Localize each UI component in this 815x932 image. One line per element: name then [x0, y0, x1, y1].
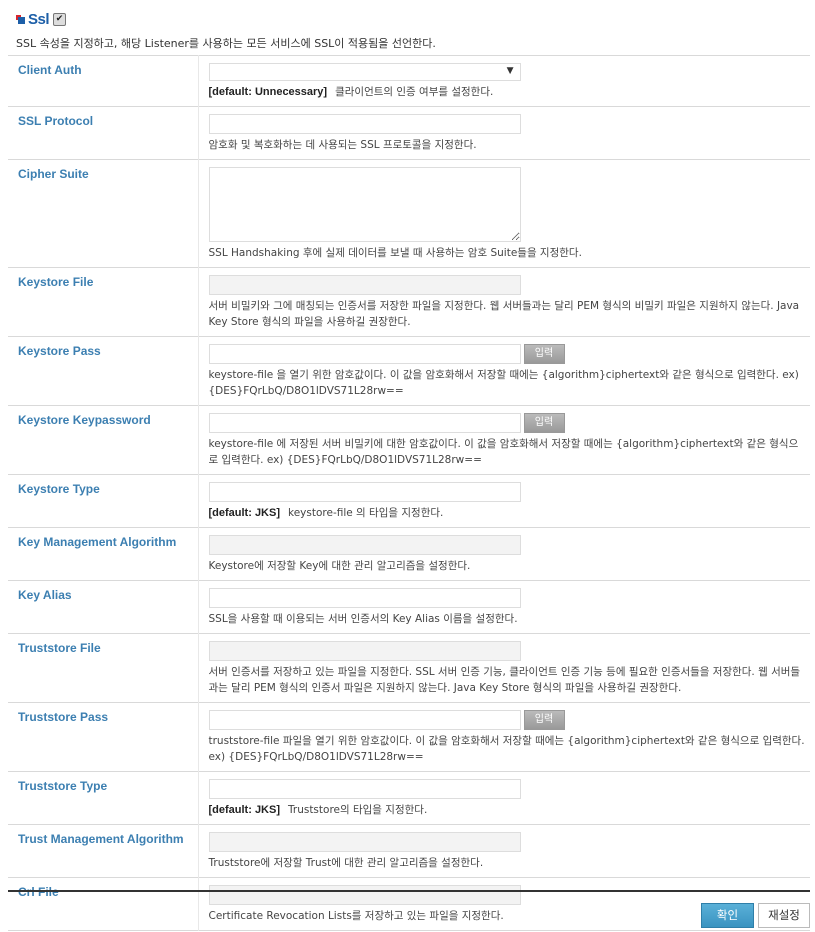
- section-header: Ssl ✔: [16, 11, 67, 28]
- field-label: Truststore File: [18, 641, 101, 655]
- field-label: SSL Protocol: [18, 114, 94, 128]
- keystore-pass-input[interactable]: [208, 344, 521, 364]
- description-text: keystore-file 을 열기 위한 암호값이다. 이 값을 암호화해서 …: [208, 369, 799, 397]
- description-text: SSL을 사용할 때 이용되는 서버 인증서의 Key Alias 이름을 설정…: [208, 613, 518, 625]
- keystore-pass-input-button[interactable]: 입력: [523, 344, 565, 364]
- field-description: keystore-file 을 열기 위한 암호값이다. 이 값을 암호화해서 …: [209, 367, 811, 399]
- description-text: 서버 인증서를 저장하고 있는 파일을 지정한다. SSL 서버 인증 기능, …: [208, 666, 801, 694]
- field-label: Key Alias: [18, 588, 72, 602]
- field-description: truststore-file 파일을 열기 위한 암호값이다. 이 값을 암호…: [209, 733, 811, 765]
- field-value-cell: 암호화 및 복호화하는 데 사용되는 SSL 프로토콜을 지정한다.: [197, 106, 811, 160]
- field-description: Keystore에 저장할 Key에 대한 관리 알고리즘을 설정한다.: [209, 558, 811, 574]
- section-bullet-icon: [16, 15, 25, 24]
- row-key-management-algorithm: Key Management Algorithm Keystore에 저장할 K…: [8, 527, 811, 581]
- truststore-pass-input[interactable]: [208, 710, 521, 730]
- field-description: 서버 비밀키와 그에 매칭되는 인증서를 저장한 파일을 지정한다. 웹 서버들…: [209, 298, 811, 330]
- trust-management-algorithm-input[interactable]: [208, 832, 521, 852]
- field-description: [default: JKS] Truststore의 타입을 지정한다.: [209, 802, 811, 818]
- field-description: keystore-file 에 저장된 서버 비밀키에 대한 암호값이다. 이 …: [209, 436, 811, 468]
- keystore-file-input[interactable]: [208, 275, 521, 295]
- ssl-settings-table: Client Auth ▼ [default: Unnecessary] 클라이언…: [8, 55, 810, 931]
- row-cipher-suite: Cipher Suite SSL Handshaking 후에 실제 데이터를 …: [8, 159, 811, 268]
- row-key-alias: Key Alias SSL을 사용할 때 이용되는 서버 인증서의 Key Al…: [8, 580, 811, 634]
- row-truststore-file: Truststore File 서버 인증서를 저장하고 있는 파일을 지정한다…: [8, 633, 811, 703]
- field-description: SSL을 사용할 때 이용되는 서버 인증서의 Key Alias 이름을 설정…: [209, 611, 811, 627]
- field-value-cell: ▼ [default: Unnecessary] 클라이언트의 인증 여부를 설정…: [197, 55, 811, 107]
- field-value-cell: Keystore에 저장할 Key에 대한 관리 알고리즘을 설정한다.: [197, 527, 811, 581]
- truststore-pass-input-button[interactable]: 입력: [523, 710, 565, 730]
- section-title: Ssl: [28, 11, 50, 28]
- field-label: Truststore Pass: [18, 710, 109, 724]
- section-description: SSL 속성을 지정하고, 해당 Listener를 사용하는 모든 서비스에 …: [16, 37, 436, 50]
- cipher-suite-textarea[interactable]: [208, 167, 521, 242]
- reset-button[interactable]: 재설정: [758, 903, 810, 928]
- field-value-cell: 입력 keystore-file 에 저장된 서버 비밀키에 대한 암호값이다.…: [197, 405, 811, 475]
- row-client-auth: Client Auth ▼ [default: Unnecessary] 클라이언…: [8, 55, 811, 107]
- keystore-keypassword-input[interactable]: [208, 413, 521, 433]
- description-text: 서버 비밀키와 그에 매칭되는 인증서를 저장한 파일을 지정한다. 웹 서버들…: [208, 300, 800, 328]
- field-label: Client Auth: [18, 63, 82, 77]
- client-auth-select[interactable]: ▼: [208, 63, 521, 81]
- row-ssl-protocol: SSL Protocol 암호화 및 복호화하는 데 사용되는 SSL 프로토콜…: [8, 106, 811, 160]
- field-value-cell: [default: JKS] keystore-file 의 타입을 지정한다.: [197, 474, 811, 528]
- row-trust-management-algorithm: Trust Management Algorithm Truststore에 저…: [8, 824, 811, 878]
- field-description: Truststore에 저장할 Trust에 대한 관리 알고리즘을 설정한다.: [209, 855, 811, 871]
- default-value: [default: JKS]: [208, 804, 281, 816]
- field-value-cell: Truststore에 저장할 Trust에 대한 관리 알고리즘을 설정한다.: [197, 824, 811, 878]
- field-label: Truststore Type: [18, 779, 108, 793]
- confirm-button[interactable]: 확인: [701, 903, 754, 928]
- crl-file-input[interactable]: [208, 885, 521, 905]
- field-description: [default: Unnecessary] 클라이언트의 인증 여부를 설정한다…: [209, 84, 811, 100]
- row-crl-file: Crl File Certificate Revocation Lists를 저…: [8, 877, 810, 931]
- field-value-cell: SSL Handshaking 후에 실제 데이터를 보낼 때 사용하는 암호 …: [197, 159, 811, 268]
- field-value-cell: 입력 truststore-file 파일을 열기 위한 암호값이다. 이 값을…: [197, 702, 811, 772]
- field-label: Key Management Algorithm: [18, 535, 177, 549]
- key-management-algorithm-input[interactable]: [208, 535, 521, 555]
- field-label: Cipher Suite: [18, 167, 89, 181]
- row-truststore-type: Truststore Type [default: JKS] Truststore…: [8, 771, 811, 825]
- keystore-keypassword-input-button[interactable]: 입력: [523, 413, 565, 433]
- description-text: keystore-file 의 타입을 지정한다.: [288, 507, 444, 519]
- description-text: Certificate Revocation Lists를 저장하고 있는 파일…: [208, 910, 504, 922]
- description-text: Keystore에 저장할 Key에 대한 관리 알고리즘을 설정한다.: [208, 560, 471, 572]
- row-truststore-pass: Truststore Pass 입력 truststore-file 파일을 열…: [8, 702, 811, 772]
- field-label: Keystore Keypassword: [18, 413, 151, 427]
- field-label: Keystore Pass: [18, 344, 101, 358]
- description-text: 클라이언트의 인증 여부를 설정한다.: [335, 86, 494, 98]
- field-value-cell: 서버 비밀키와 그에 매칭되는 인증서를 저장한 파일을 지정한다. 웹 서버들…: [197, 267, 811, 337]
- key-alias-input[interactable]: [208, 588, 521, 608]
- keystore-type-input[interactable]: [208, 482, 521, 502]
- field-value-cell: 입력 keystore-file 을 열기 위한 암호값이다. 이 값을 암호화…: [197, 336, 811, 406]
- ssl-protocol-input[interactable]: [208, 114, 521, 134]
- description-text: keystore-file 에 저장된 서버 비밀키에 대한 암호값이다. 이 …: [208, 438, 799, 466]
- description-text: Truststore에 저장할 Trust에 대한 관리 알고리즘을 설정한다.: [208, 857, 484, 869]
- field-value-cell: [default: JKS] Truststore의 타입을 지정한다.: [197, 771, 811, 825]
- description-text: 암호화 및 복호화하는 데 사용되는 SSL 프로토콜을 지정한다.: [208, 139, 477, 151]
- description-text: Truststore의 타입을 지정한다.: [288, 804, 428, 816]
- field-value-cell: 서버 인증서를 저장하고 있는 파일을 지정한다. SSL 서버 인증 기능, …: [197, 633, 811, 703]
- ssl-enable-checkbox[interactable]: ✔: [53, 13, 67, 26]
- description-text: SSL Handshaking 후에 실제 데이터를 보낼 때 사용하는 암호 …: [208, 247, 582, 259]
- row-keystore-keypassword: Keystore Keypassword 입력 keystore-file 에 …: [8, 405, 811, 475]
- field-description: 서버 인증서를 저장하고 있는 파일을 지정한다. SSL 서버 인증 기능, …: [209, 664, 811, 696]
- default-value: [default: JKS]: [208, 507, 281, 519]
- field-label: Crl File: [18, 885, 59, 899]
- field-description: SSL Handshaking 후에 실제 데이터를 보낼 때 사용하는 암호 …: [209, 245, 811, 261]
- row-keystore-file: Keystore File 서버 비밀키와 그에 매칭되는 인증서를 저장한 파…: [8, 267, 811, 337]
- row-keystore-pass: Keystore Pass 입력 keystore-file 을 열기 위한 암…: [8, 336, 811, 406]
- field-label: Keystore Type: [18, 482, 100, 496]
- truststore-type-input[interactable]: [208, 779, 521, 799]
- default-value: [default: Unnecessary]: [208, 86, 328, 98]
- field-value-cell: SSL을 사용할 때 이용되는 서버 인증서의 Key Alias 이름을 설정…: [197, 580, 811, 634]
- chevron-down-icon: ▼: [506, 66, 514, 76]
- field-description: [default: JKS] keystore-file 의 타입을 지정한다.: [209, 505, 811, 521]
- truststore-file-input[interactable]: [208, 641, 521, 661]
- field-description: 암호화 및 복호화하는 데 사용되는 SSL 프로토콜을 지정한다.: [209, 137, 811, 153]
- row-keystore-type: Keystore Type [default: JKS] keystore-fil…: [8, 474, 811, 528]
- field-label: Trust Management Algorithm: [18, 832, 184, 846]
- field-label: Keystore File: [18, 275, 94, 289]
- description-text: truststore-file 파일을 열기 위한 암호값이다. 이 값을 암호…: [208, 735, 805, 763]
- divider: [8, 890, 810, 892]
